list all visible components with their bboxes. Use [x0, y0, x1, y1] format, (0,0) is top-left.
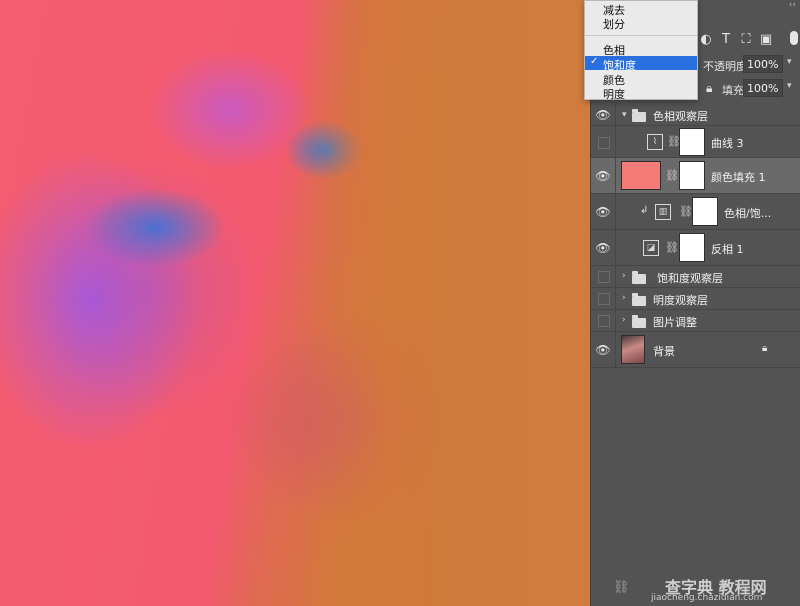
layer-curves-3[interactable]: ⌇ ⛓︎ 曲线 3 — [591, 126, 800, 158]
layer-mask-thumbnail[interactable] — [679, 128, 705, 156]
eye-column-divider — [615, 288, 616, 309]
menu-item-label: 划分 — [603, 18, 625, 31]
watermark-url: jiaocheng.chazidian.com — [651, 593, 763, 603]
blend-option-subtract[interactable]: 减去 — [585, 1, 697, 17]
face-shadow — [40, 160, 260, 420]
link-chain-icon: ⛓︎ — [679, 205, 693, 218]
opacity-field[interactable]: 100% — [743, 55, 783, 73]
blend-option-divide[interactable]: 划分 — [585, 15, 697, 31]
layer-name: 颜色填充 1 — [711, 171, 766, 184]
layer-name: 曲线 3 — [711, 137, 744, 150]
eye-icon[interactable]: 👁︎ — [595, 108, 610, 122]
layer-background[interactable]: 👁︎ 背景 🔒︎ — [591, 332, 800, 368]
fill-field[interactable]: 100% — [743, 79, 783, 97]
lock-all-icon[interactable]: 🔒︎ — [706, 81, 712, 96]
chevron-right-icon[interactable]: › — [622, 315, 626, 325]
link-chain-icon: ⛓︎ — [665, 241, 679, 254]
panel-collapse-button[interactable]: ‹‹ — [789, 0, 796, 10]
folder-icon — [632, 293, 646, 306]
visibility-off-box[interactable] — [598, 137, 610, 149]
hue-saturation-icon: ▥ — [655, 204, 671, 220]
type-tool-icon[interactable]: T — [717, 30, 735, 48]
layer-group-saturation[interactable]: › 饱和度观察层 — [591, 266, 800, 288]
eye-column-divider — [615, 230, 616, 265]
eye-icon[interactable]: 👁︎ — [595, 343, 610, 357]
eye-icon[interactable]: 👁︎ — [595, 241, 610, 255]
visibility-off-box[interactable] — [598, 315, 610, 327]
menu-item-label: 明度 — [603, 88, 625, 101]
opacity-dropdown-icon[interactable]: ▾ — [787, 57, 792, 67]
lock-icon[interactable]: 🔒︎ — [762, 343, 767, 354]
blend-option-luminosity[interactable]: 明度 — [585, 85, 697, 101]
chevron-right-icon[interactable]: › — [622, 271, 626, 281]
layer-name: 反相 1 — [711, 243, 744, 256]
background-photo-thumbnail[interactable] — [621, 335, 645, 364]
eye-column-divider — [615, 194, 616, 229]
clipping-mask-arrow-icon: ↲ — [640, 205, 649, 216]
visibility-off-box[interactable] — [598, 293, 610, 305]
layer-mask-thumbnail[interactable] — [679, 233, 705, 262]
adjustment-circle-icon[interactable]: ◐ — [697, 30, 715, 48]
link-chain-icon: ⛓︎ — [665, 169, 679, 182]
blend-option-hue[interactable]: 色相 — [585, 41, 697, 57]
eye-column-divider — [615, 266, 616, 287]
eye-column-divider — [615, 332, 616, 367]
fill-color-thumbnail[interactable] — [621, 161, 661, 190]
blend-option-color[interactable]: 颜色 — [585, 71, 697, 87]
layer-hue-saturation[interactable]: 👁︎ ↲ ▥ ⛓︎ 色相/饱... — [591, 194, 800, 230]
chevron-down-icon[interactable]: ▾ — [622, 110, 627, 120]
layer-mask-thumbnail[interactable] — [692, 197, 718, 226]
folder-icon — [632, 271, 646, 284]
filter-toggle[interactable] — [790, 31, 798, 45]
eye-column-divider — [615, 104, 616, 125]
layer-name: 背景 — [653, 345, 675, 358]
layer-name: 图片调整 — [653, 316, 697, 329]
transform-icon[interactable]: ⛶ — [737, 30, 755, 48]
chevron-right-icon[interactable]: › — [622, 293, 626, 303]
hair-region — [300, 0, 590, 606]
eye-icon[interactable]: 👁︎ — [595, 205, 610, 219]
folder-icon — [632, 315, 646, 328]
folder-icon — [632, 109, 646, 122]
invert-icon: ◪ — [643, 240, 659, 256]
document-canvas[interactable] — [0, 0, 590, 606]
layer-name: 色相观察层 — [653, 110, 708, 123]
layer-group-image-adjust[interactable]: › 图片调整 — [591, 310, 800, 332]
eye-column-divider — [615, 126, 616, 157]
fill-dropdown-icon[interactable]: ▾ — [787, 81, 792, 91]
visibility-off-box[interactable] — [598, 271, 610, 283]
layer-name: 饱和度观察层 — [657, 272, 723, 285]
layer-invert-1[interactable]: 👁︎ ◪ ⛓︎ 反相 1 — [591, 230, 800, 266]
layer-group-hue[interactable]: 👁︎ ▾ 色相观察层 — [591, 104, 800, 126]
layer-name: 色相/饱... — [724, 207, 772, 220]
blend-mode-dropdown[interactable]: 减去 划分 色相 ✓ 饱和度 颜色 明度 — [584, 0, 698, 101]
layer-mask-thumbnail[interactable] — [679, 161, 705, 190]
layers-bottom-bar: ⛓︎ 查字典 教程网 jiaocheng.chazidian.com — [591, 572, 800, 606]
blend-option-saturation[interactable]: ✓ 饱和度 — [585, 56, 697, 72]
layer-group-luminosity[interactable]: › 明度观察层 — [591, 288, 800, 310]
eye-column-divider — [615, 310, 616, 331]
eye-icon[interactable]: 👁︎ — [595, 169, 610, 183]
checkmark-icon: ✓ — [590, 56, 599, 67]
layer-name: 明度观察层 — [653, 294, 708, 307]
eye-column-divider — [615, 158, 616, 193]
menu-separator — [585, 35, 697, 36]
curves-icon: ⌇ — [647, 134, 663, 150]
layer-color-fill-1[interactable]: 👁︎ ⛓︎ 颜色填充 1 — [591, 158, 800, 194]
smart-object-icon[interactable]: ▣ — [757, 30, 775, 48]
link-layers-icon[interactable]: ⛓︎ — [613, 580, 630, 595]
